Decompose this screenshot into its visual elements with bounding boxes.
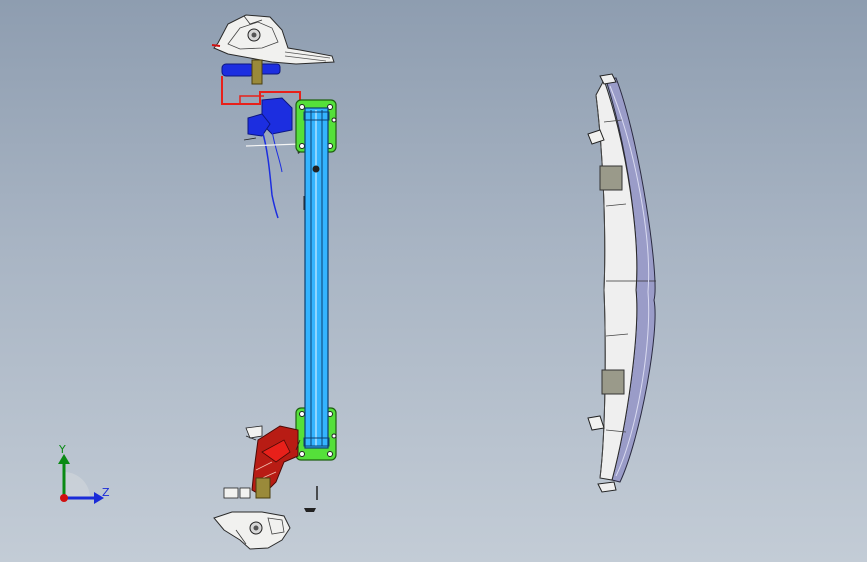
radiator-crossmember-beam[interactable] [295, 99, 337, 461]
top-lamp-housing[interactable] [211, 14, 335, 65]
bottom-lamp-housing[interactable] [213, 511, 291, 550]
top-wiring-assembly[interactable] [221, 59, 304, 219]
front-bumper-fascia[interactable] [587, 73, 656, 493]
y-axis-label: Y [59, 443, 66, 456]
cad-viewport[interactable]: Y Z [0, 0, 867, 562]
coordinate-triad [58, 454, 104, 504]
z-axis-label: Z [102, 486, 110, 499]
cad-scene[interactable] [0, 0, 867, 562]
